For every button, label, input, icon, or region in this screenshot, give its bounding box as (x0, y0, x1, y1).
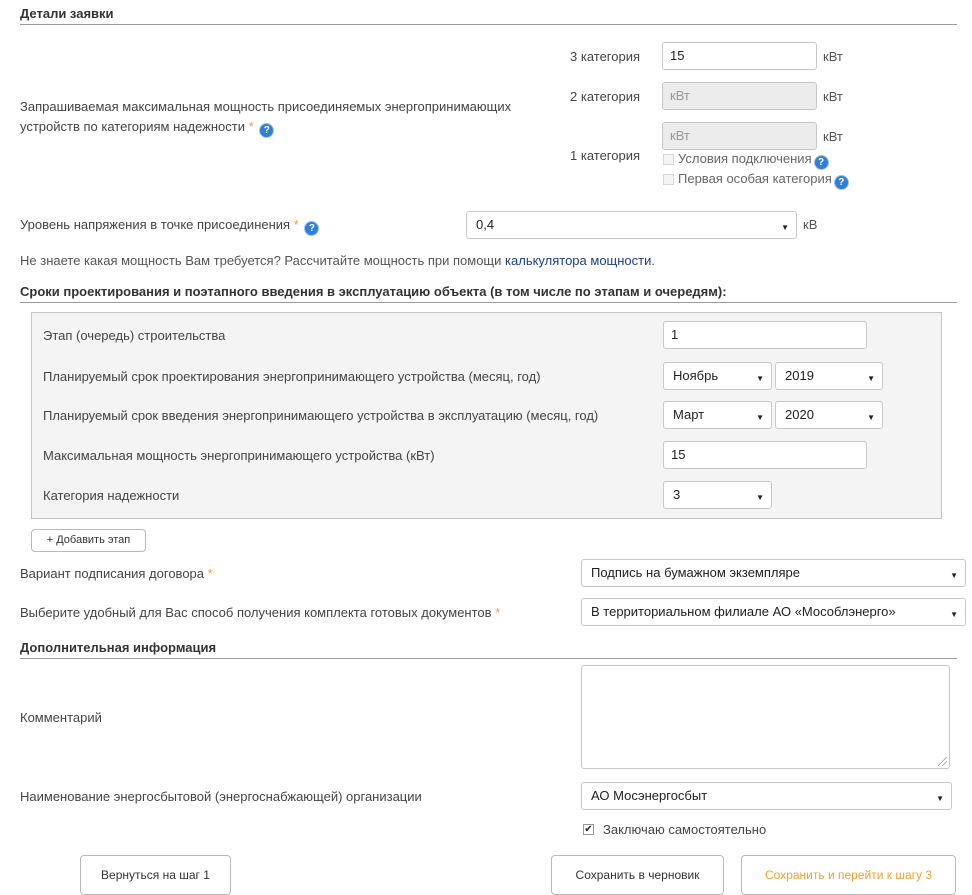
voltage-select[interactable]: 0,4 ▼ (466, 211, 797, 239)
save-next-button[interactable]: Сохранить и перейти к шагу 3 (741, 855, 956, 895)
reliability-select[interactable]: 3 ▼ (663, 481, 772, 509)
calculator-hint-text: Не знаете какая мощность Вам требуется? … (20, 253, 502, 268)
help-icon[interactable]: ? (260, 124, 274, 137)
required-mark: * (495, 605, 501, 620)
calculator-link[interactable]: калькулятора мощности (505, 253, 651, 268)
chevron-down-icon: ▼ (867, 413, 875, 422)
commission-month-select[interactable]: Март ▼ (663, 401, 772, 429)
section-title-details: Детали заявки (20, 6, 114, 21)
first-special-label-text: Первая особая категория (678, 171, 832, 186)
category-1-unit: кВт (823, 129, 843, 144)
commission-month-value: Март (673, 407, 705, 422)
section-title-terms: Сроки проектирования и поэтапного введен… (20, 284, 727, 299)
category-1-label: 1 категория (570, 148, 641, 163)
first-special-label: Первая особая категория? (678, 171, 848, 189)
help-icon[interactable]: ? (834, 176, 848, 189)
category-2-label: 2 категория (570, 89, 641, 104)
commission-year-select[interactable]: 2020 ▼ (775, 401, 883, 429)
category-3-input[interactable]: 15 (662, 42, 817, 70)
self-contract-label: Заключаю самостоятельно (603, 822, 767, 837)
section-divider (20, 24, 957, 25)
delivery-label: Выберите удобный для Вас способ получени… (20, 605, 500, 620)
power-label: Запрашиваемая максимальная мощность прис… (20, 97, 540, 137)
section-divider (20, 302, 957, 303)
chevron-down-icon: ▼ (936, 794, 944, 803)
design-year-value: 2019 (785, 368, 814, 383)
max-power-input[interactable]: 15 (663, 441, 867, 469)
category-2-input[interactable]: кВт (662, 82, 817, 110)
save-draft-button[interactable]: Сохранить в черновик (551, 855, 724, 895)
chevron-down-icon: ▼ (756, 413, 764, 422)
delivery-select-value: В территориальном филиале АО «Мособлэнер… (591, 604, 896, 619)
stage-number-input[interactable]: 1 (663, 321, 867, 349)
self-contract-checkbox[interactable]: ✔ (583, 824, 594, 835)
voltage-label-text: Уровень напряжения в точке присоединения (20, 217, 291, 232)
chevron-down-icon: ▼ (867, 374, 875, 383)
section-divider (20, 658, 957, 659)
category-3-unit: кВт (823, 49, 843, 64)
reliability-label: Категория надежности (43, 488, 180, 503)
commission-term-label: Планируемый срок введения энергопринимаю… (43, 408, 599, 423)
design-year-select[interactable]: 2019 ▼ (775, 362, 883, 390)
delivery-select[interactable]: В территориальном филиале АО «Мособлэнер… (581, 598, 966, 626)
resize-grip-icon[interactable] (938, 757, 947, 766)
design-term-label: Планируемый срок проектирования энергопр… (43, 369, 541, 384)
back-button[interactable]: Вернуться на шаг 1 (80, 855, 231, 895)
contract-label: Вариант подписания договора * (20, 566, 213, 581)
chevron-down-icon: ▼ (950, 610, 958, 619)
supplier-select-value: АО Мосэнергосбыт (591, 788, 708, 803)
comment-label: Комментарий (20, 710, 102, 725)
category-3-label: 3 категория (570, 49, 641, 64)
first-special-checkbox[interactable] (663, 174, 674, 185)
supplier-label: Наименование энергосбытовой (энергоснабж… (20, 789, 422, 804)
category-2-unit: кВт (823, 89, 843, 104)
section-title-additional: Дополнительная информация (20, 640, 217, 655)
design-month-select[interactable]: Ноябрь ▼ (663, 362, 772, 390)
required-mark: * (248, 119, 254, 134)
help-icon[interactable]: ? (305, 222, 319, 235)
conditions-label-text: Условия подключения (678, 151, 812, 166)
chevron-down-icon: ▼ (781, 223, 789, 232)
contract-select[interactable]: Подпись на бумажном экземпляре ▼ (581, 559, 966, 587)
comment-textarea[interactable] (581, 665, 950, 769)
help-icon[interactable]: ? (814, 156, 828, 169)
voltage-unit: кВ (803, 217, 818, 232)
voltage-label: Уровень напряжения в точке присоединения… (20, 217, 319, 235)
required-mark: * (207, 566, 213, 581)
delivery-label-text: Выберите удобный для Вас способ получени… (20, 605, 492, 620)
add-stage-button[interactable]: + Добавить этап (31, 529, 146, 552)
max-power-label: Максимальная мощность энергопринимающего… (43, 448, 435, 463)
design-month-value: Ноябрь (673, 368, 719, 383)
reliability-value: 3 (673, 487, 681, 502)
category-1-input[interactable]: кВт (662, 122, 817, 150)
conditions-label: Условия подключения? (678, 151, 828, 169)
stage-number-label: Этап (очередь) строительства (43, 328, 226, 343)
contract-label-text: Вариант подписания договора (20, 566, 205, 581)
voltage-select-value: 0,4 (476, 217, 495, 232)
commission-year-value: 2020 (785, 407, 814, 422)
chevron-down-icon: ▼ (950, 571, 958, 580)
chevron-down-icon: ▼ (756, 493, 764, 502)
calculator-hint: Не знаете какая мощность Вам требуется? … (20, 253, 655, 268)
chevron-down-icon: ▼ (756, 374, 764, 383)
conditions-checkbox[interactable] (663, 154, 674, 165)
contract-select-value: Подпись на бумажном экземпляре (591, 565, 800, 580)
supplier-select[interactable]: АО Мосэнергосбыт ▼ (581, 782, 952, 810)
calculator-hint-suffix: . (651, 253, 655, 268)
required-mark: * (293, 217, 299, 232)
